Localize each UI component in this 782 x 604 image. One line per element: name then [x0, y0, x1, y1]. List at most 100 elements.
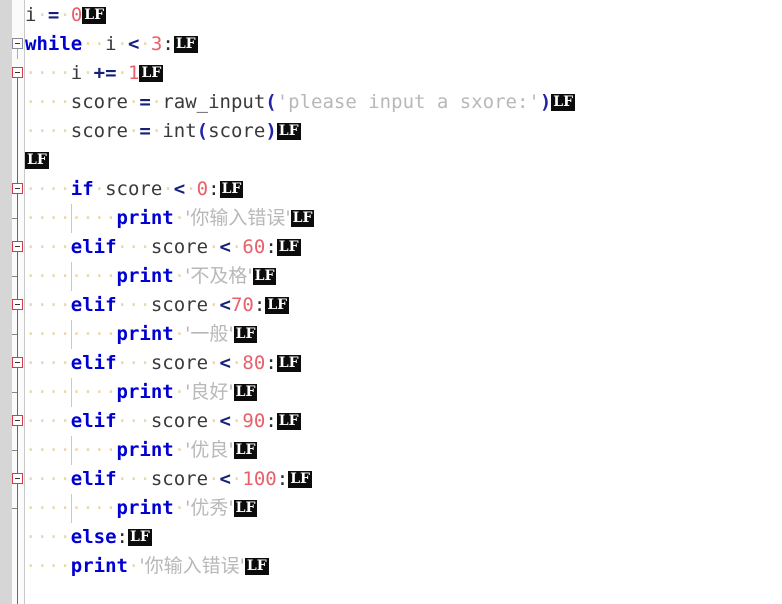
token-cjk: '优秀' [185, 497, 234, 519]
code-line[interactable]: ····if·score·<·0: LF [25, 175, 244, 204]
token-ident: score [208, 120, 266, 142]
token-cjk: '一般' [185, 323, 234, 345]
token-kw: if [70, 178, 94, 200]
code-line[interactable]: ········print·'你输入错误' LF [25, 204, 315, 233]
token-ident: i [70, 62, 83, 84]
code-line[interactable]: ········print·'优良' LF [25, 436, 258, 465]
token-num: 3 [150, 33, 163, 55]
token-kw: elif [70, 410, 117, 432]
space-dot: · [173, 323, 186, 345]
token-ident: score [70, 91, 128, 113]
fold-collapse-button[interactable] [12, 241, 23, 252]
token-punc: : [265, 236, 277, 258]
fold-collapse-button[interactable] [12, 67, 23, 78]
space-dot: ··· [116, 352, 151, 374]
token-op: < [173, 178, 186, 200]
token-kw: elif [70, 294, 117, 316]
token-kw: else [70, 526, 117, 548]
space-dot: · [116, 33, 128, 55]
space-dot: · [127, 91, 140, 113]
space-dot: ··· [116, 468, 151, 490]
eol-lf-badge: LF [244, 558, 269, 575]
eol-lf-badge: LF [82, 7, 107, 24]
token-punc: : [265, 352, 277, 374]
code-line[interactable]: ····else: LF [25, 523, 152, 552]
eol-lf-badge: LF [25, 152, 49, 169]
fold-collapse-button[interactable] [12, 415, 23, 426]
space-dot: ··· [116, 410, 151, 432]
fold-collapse-button[interactable] [12, 183, 23, 194]
token-kw: print [116, 265, 174, 287]
indent-dots: ···· [25, 526, 71, 548]
token-kw: print [116, 323, 174, 345]
token-cjk: '你输入错误' [185, 207, 291, 229]
indent-dots: ···· [25, 294, 71, 316]
code-line[interactable]: ····i·+=·1 LF [25, 59, 164, 88]
fold-collapse-button[interactable] [12, 473, 23, 484]
code-line[interactable]: LF [25, 146, 49, 175]
token-punc: : [276, 468, 289, 490]
space-dot: · [116, 62, 129, 84]
token-op: < [219, 410, 231, 432]
fold-collapse-button[interactable] [12, 299, 23, 310]
eol-lf-badge: LF [173, 36, 198, 53]
fold-collapse-button[interactable] [12, 38, 23, 49]
space-dot: · [173, 381, 186, 403]
code-editor[interactable]: i·=·0 LF while··i·<·3: LF ····i·+=·1 LF ····sc… [0, 0, 782, 604]
space-dot: · [208, 410, 220, 432]
code-line[interactable]: ····score·=·raw_input('please input a sx… [25, 88, 576, 117]
space-dot: · [173, 497, 186, 519]
token-kw: elif [70, 352, 117, 374]
fold-collapse-button[interactable] [12, 357, 23, 368]
eol-lf-badge: LF [276, 413, 301, 430]
code-line[interactable]: ····elif···score·<·100: LF [25, 465, 312, 494]
eol-lf-badge: LF [233, 384, 258, 401]
space-dot: · [139, 33, 151, 55]
indent-dots: ········ [25, 497, 117, 519]
eol-lf-badge: LF [276, 123, 301, 140]
code-line[interactable]: ····elif···score·<·60: LF [25, 233, 301, 262]
token-punc: : [265, 410, 277, 432]
token-ident: score [150, 410, 209, 432]
space-dot: ··· [116, 294, 151, 316]
token-op: < [219, 294, 231, 316]
code-line[interactable]: ········print·'优秀' LF [25, 494, 258, 523]
token-ident: score [150, 236, 209, 258]
token-str: 'please input a sxore:' [276, 91, 540, 113]
token-cjk: '良好' [185, 381, 234, 403]
code-line[interactable]: ····elif···score·<·80: LF [25, 349, 301, 378]
eol-lf-badge: LF [551, 94, 576, 111]
code-line[interactable]: ····print·'你输入错误' LF [25, 552, 269, 581]
eol-lf-badge: LF [219, 181, 244, 198]
code-line[interactable]: ····elif···score·<70: LF [25, 291, 290, 320]
fold-scope-line [17, 67, 18, 604]
indent-dots: ········ [25, 381, 117, 403]
fold-scope-tick [12, 334, 17, 335]
code-line[interactable]: i·=·0 LF [25, 1, 107, 30]
token-op: < [219, 468, 231, 490]
code-line[interactable]: ········print·'一般' LF [25, 320, 258, 349]
space-dot: ··· [116, 236, 151, 258]
eol-lf-badge: LF [252, 268, 277, 285]
code-line[interactable]: ····elif···score·<·90: LF [25, 407, 301, 436]
token-punc: : [116, 526, 128, 548]
indent-dots: ···· [25, 410, 71, 432]
eol-lf-badge: LF [290, 210, 315, 227]
token-kw: elif [70, 236, 117, 258]
eol-lf-badge: LF [233, 500, 258, 517]
code-line[interactable]: while··i·<·3: LF [25, 30, 198, 59]
code-text-area[interactable]: i·=·0 LF while··i·<·3: LF ····i·+=·1 LF ····sc… [25, 0, 782, 604]
token-op: = [139, 120, 151, 142]
token-ident: score [70, 120, 128, 142]
space-dot: · [36, 4, 48, 26]
token-num: 0 [70, 4, 83, 26]
code-line[interactable]: ····score·=·int(score) LF [25, 117, 301, 146]
space-dot: · [185, 178, 197, 200]
indent-dots: ···· [25, 62, 71, 84]
code-line[interactable]: ········print·'良好' LF [25, 378, 258, 407]
eol-lf-badge: LF [265, 297, 290, 314]
fold-scope-tick [12, 508, 17, 509]
token-num: 90 [242, 410, 266, 432]
token-num: 80 [242, 352, 266, 374]
code-line[interactable]: ········print·'不及格' LF [25, 262, 277, 291]
